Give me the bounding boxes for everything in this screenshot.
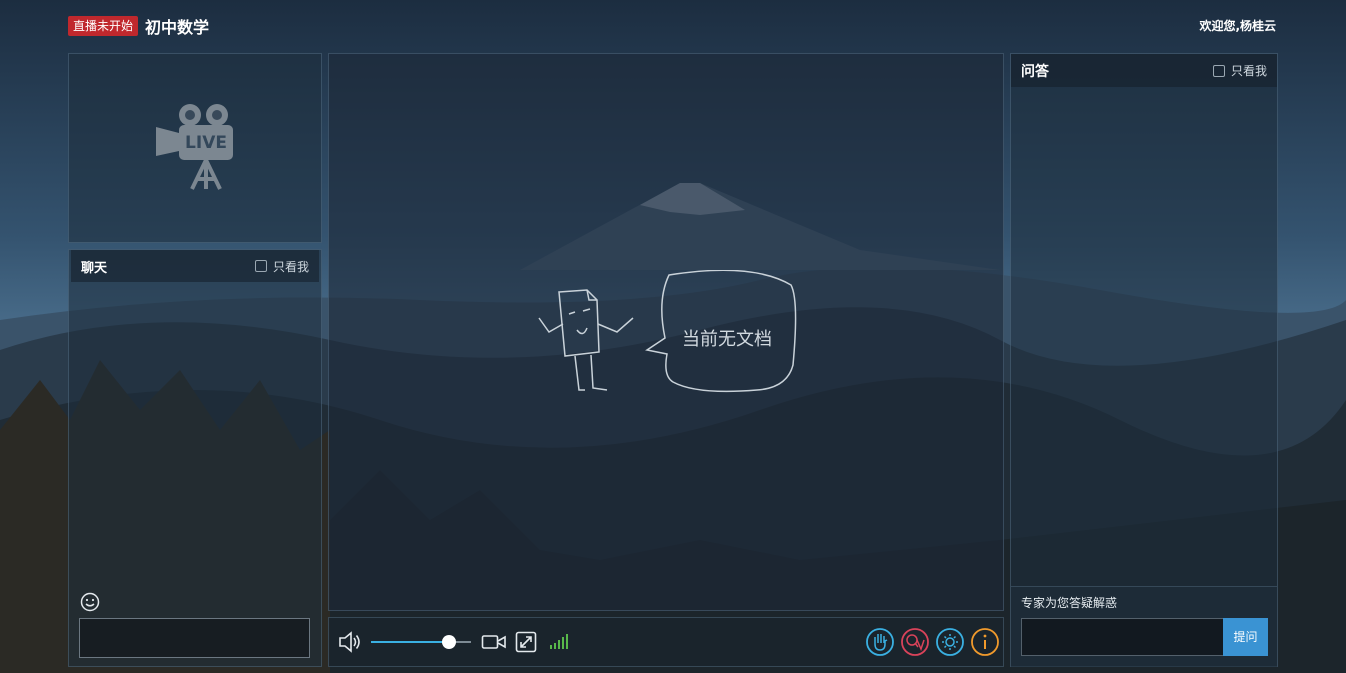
live-status-badge: 直播未开始	[68, 16, 139, 36]
chat-only-me-label: 只看我	[272, 259, 309, 274]
course-title: 初中数学	[145, 18, 210, 37]
video-panel: LIVE	[68, 53, 322, 243]
qa-title: 问答	[1021, 63, 1049, 80]
welcome-user-text: 欢迎您,杨桂云	[1199, 19, 1276, 33]
chat-title: 聊天	[81, 260, 108, 276]
info-icon[interactable]	[970, 627, 1000, 657]
raise-hand-icon[interactable]	[865, 627, 895, 657]
signal-icon	[550, 634, 568, 649]
chat-header: 聊天 只看我	[71, 250, 319, 282]
qa-only-me-toggle[interactable]: 只看我	[1212, 62, 1267, 79]
chat-panel: 聊天 只看我	[68, 249, 322, 667]
live-camera-icon: LIVE	[156, 104, 233, 190]
volume-slider-thumb[interactable]	[442, 635, 456, 649]
volume-slider[interactable]	[371, 635, 471, 649]
document-character-icon: 当前无文档	[538, 270, 797, 393]
qa-panel: 问答 只看我	[1010, 53, 1278, 667]
qa-only-me-label: 只看我	[1230, 64, 1267, 78]
no-document-text: 当前无文档	[682, 329, 772, 350]
speaker-icon[interactable]	[338, 631, 362, 653]
smiley-icon[interactable]	[80, 592, 100, 612]
chat-only-me-checkbox[interactable]	[254, 260, 267, 272]
brightness-icon[interactable]	[935, 627, 965, 657]
camera-icon[interactable]	[481, 633, 507, 651]
qa-only-me-checkbox[interactable]	[1212, 64, 1225, 77]
volume-slider-fill	[371, 641, 449, 643]
question-input[interactable]	[1021, 618, 1224, 656]
qa-hint-text: 专家为您答疑解惑	[1021, 596, 1118, 610]
live-text: LIVE	[185, 133, 227, 153]
chat-only-me-toggle[interactable]: 只看我	[254, 258, 309, 275]
player-control-bar	[328, 617, 1004, 667]
qa-header: 问答 只看我	[1011, 54, 1277, 87]
chat-input[interactable]	[79, 618, 310, 658]
qa-icon[interactable]	[900, 627, 930, 657]
fullscreen-icon[interactable]	[515, 631, 537, 653]
ask-question-button[interactable]: 提问	[1223, 618, 1268, 656]
